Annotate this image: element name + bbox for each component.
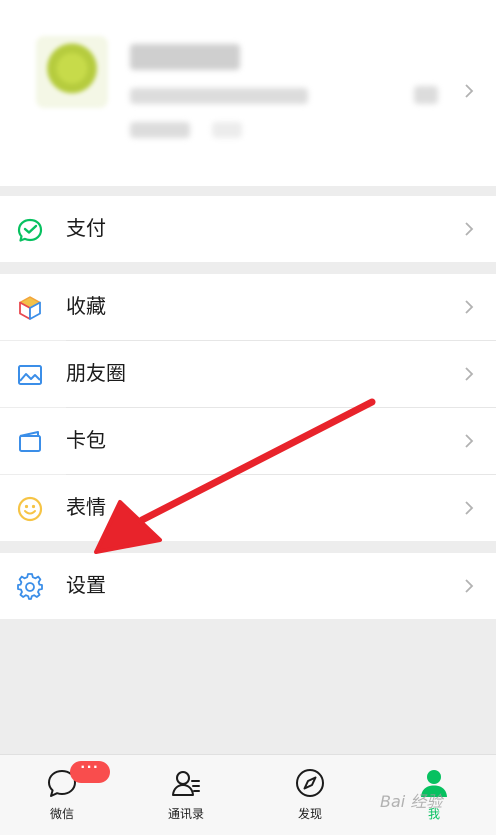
menu-item-stickers[interactable]: 表情: [0, 475, 496, 541]
tab-label-chats: 微信: [49, 807, 74, 821]
watermark: Bai 经验: [380, 792, 443, 811]
menu-label-stickers: 表情: [66, 497, 106, 519]
menu-item-moments[interactable]: 朋友圈: [0, 341, 496, 407]
menu-item-pay[interactable]: 支付: [0, 196, 496, 262]
menu-label-favorites: 收藏: [66, 296, 106, 318]
compass-icon: [296, 769, 324, 797]
picture-icon: [18, 365, 42, 385]
menu-label-moments: 朋友圈: [66, 363, 126, 385]
chevron-right-icon: [465, 501, 474, 515]
menu-label-cards: 卡包: [66, 430, 106, 452]
blurred-status: [130, 122, 190, 138]
tab-label-discover: 发现: [297, 807, 322, 821]
menu-item-settings[interactable]: 设置: [0, 553, 496, 619]
chevron-right-icon: [465, 367, 474, 381]
tab-contacts[interactable]: 通讯录: [124, 755, 248, 835]
cube-icon: [19, 296, 41, 320]
profile-card[interactable]: [0, 0, 496, 186]
gear-icon: [17, 573, 43, 600]
chevron-right-icon: [465, 84, 474, 98]
menu-item-cards[interactable]: 卡包: [0, 408, 496, 474]
tab-discover[interactable]: 发现: [248, 755, 372, 835]
chevron-right-icon: [465, 300, 474, 314]
card-wallet-icon: [19, 431, 41, 452]
tab-chats[interactable]: ··· 微信: [0, 755, 124, 835]
chevron-right-icon: [465, 222, 474, 236]
blurred-status-extra: [212, 122, 242, 138]
smiley-icon: [17, 496, 43, 522]
blurred-qrcode-icon[interactable]: [414, 86, 438, 104]
menu-item-favorites[interactable]: 收藏: [0, 274, 496, 340]
unread-badge: ···: [70, 760, 110, 783]
menu-label-settings: 设置: [66, 575, 106, 597]
blurred-nickname: [130, 44, 240, 70]
wechat-pay-icon: [17, 218, 43, 242]
blurred-wechat-id: [130, 88, 308, 104]
menu-label-pay: 支付: [66, 218, 106, 240]
chevron-right-icon: [465, 434, 474, 448]
avatar[interactable]: [36, 36, 108, 108]
contacts-icon: [172, 771, 200, 796]
tab-label-contacts: 通讯录: [167, 807, 204, 821]
chevron-right-icon: [465, 579, 474, 593]
